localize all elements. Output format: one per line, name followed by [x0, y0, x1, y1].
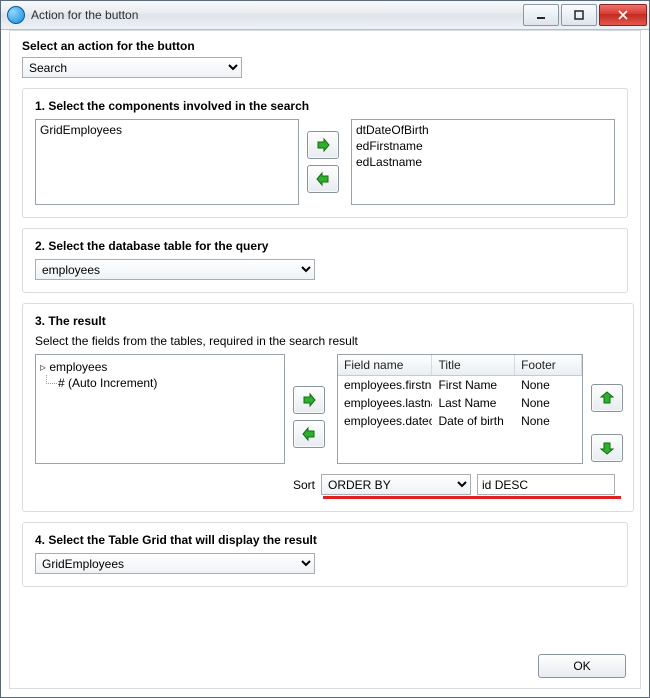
- col-footer: Footer: [515, 355, 582, 375]
- client-area: Select an action for the button Search 1…: [9, 30, 641, 689]
- cell-title: Last Name: [432, 394, 515, 412]
- table-header: Field name Title Footer: [338, 355, 582, 376]
- table-body: employees.firstname First Name None empl…: [338, 376, 582, 463]
- cell-field: employees.lastname: [338, 394, 432, 412]
- remove-field-button[interactable]: [293, 420, 325, 448]
- section1-title: 1. Select the components involved in the…: [35, 99, 615, 113]
- window-title: Action for the button: [31, 8, 521, 22]
- list-item[interactable]: GridEmployees: [40, 122, 294, 138]
- cell-footer: None: [515, 412, 582, 430]
- titlebar: Action for the button: [1, 1, 649, 30]
- col-field: Field name: [338, 355, 432, 375]
- section3-title: 3. The result: [35, 314, 621, 328]
- section-db-table: 2. Select the database table for the que…: [22, 228, 628, 293]
- cell-footer: None: [515, 394, 582, 412]
- add-field-button[interactable]: [293, 386, 325, 414]
- table-row[interactable]: employees.lastname Last Name None: [338, 394, 582, 412]
- highlight-underline: [323, 496, 621, 499]
- cell-title: First Name: [432, 376, 515, 394]
- sort-label: Sort: [293, 478, 315, 492]
- dialog-window: Action for the button Select an action f…: [0, 0, 650, 698]
- tree-node-employees[interactable]: employees: [40, 359, 280, 375]
- available-components-list[interactable]: GridEmployees: [35, 119, 299, 205]
- move-right-button[interactable]: [307, 131, 339, 159]
- selected-components-list[interactable]: dtDateOfBirth edFirstname edLastname: [351, 119, 615, 205]
- list-item[interactable]: edFirstname: [356, 138, 610, 154]
- move-up-button[interactable]: [591, 384, 623, 412]
- list-item[interactable]: edLastname: [356, 154, 610, 170]
- list-item[interactable]: dtDateOfBirth: [356, 122, 610, 138]
- tree-node-auto-increment[interactable]: # (Auto Increment): [40, 375, 280, 391]
- fields-tree[interactable]: employees # (Auto Increment): [35, 354, 285, 464]
- section-result: 3. The result Select the fields from the…: [22, 303, 634, 512]
- table-row[interactable]: employees.firstname First Name None: [338, 376, 582, 394]
- db-table-select[interactable]: employees: [35, 259, 315, 280]
- cell-field: employees.dateofbirth: [338, 412, 432, 430]
- section-components: 1. Select the components involved in the…: [22, 88, 628, 218]
- sort-clause-select[interactable]: ORDER BY: [321, 474, 471, 495]
- app-icon: [7, 6, 25, 24]
- minimize-button[interactable]: [523, 4, 559, 26]
- cell-title: Date of birth: [432, 412, 515, 430]
- target-grid-select[interactable]: GridEmployees: [35, 553, 315, 574]
- section2-title: 2. Select the database table for the que…: [35, 239, 615, 253]
- cell-footer: None: [515, 376, 582, 394]
- result-fields-table[interactable]: Field name Title Footer employees.firstn…: [337, 354, 583, 464]
- close-button[interactable]: [599, 4, 647, 26]
- move-down-button[interactable]: [591, 434, 623, 462]
- action-select[interactable]: Search: [22, 57, 242, 78]
- cell-field: employees.firstname: [338, 376, 432, 394]
- col-title: Title: [432, 355, 515, 375]
- ok-button[interactable]: OK: [538, 654, 626, 678]
- section3-note: Select the fields from the tables, requi…: [35, 334, 621, 348]
- select-action-label: Select an action for the button: [22, 39, 628, 53]
- section-target-grid: 4. Select the Table Grid that will displ…: [22, 522, 628, 587]
- move-left-button[interactable]: [307, 165, 339, 193]
- table-row[interactable]: employees.dateofbirth Date of birth None: [338, 412, 582, 430]
- section4-title: 4. Select the Table Grid that will displ…: [35, 533, 615, 547]
- sort-value-input[interactable]: [477, 474, 615, 495]
- maximize-button[interactable]: [561, 4, 597, 26]
